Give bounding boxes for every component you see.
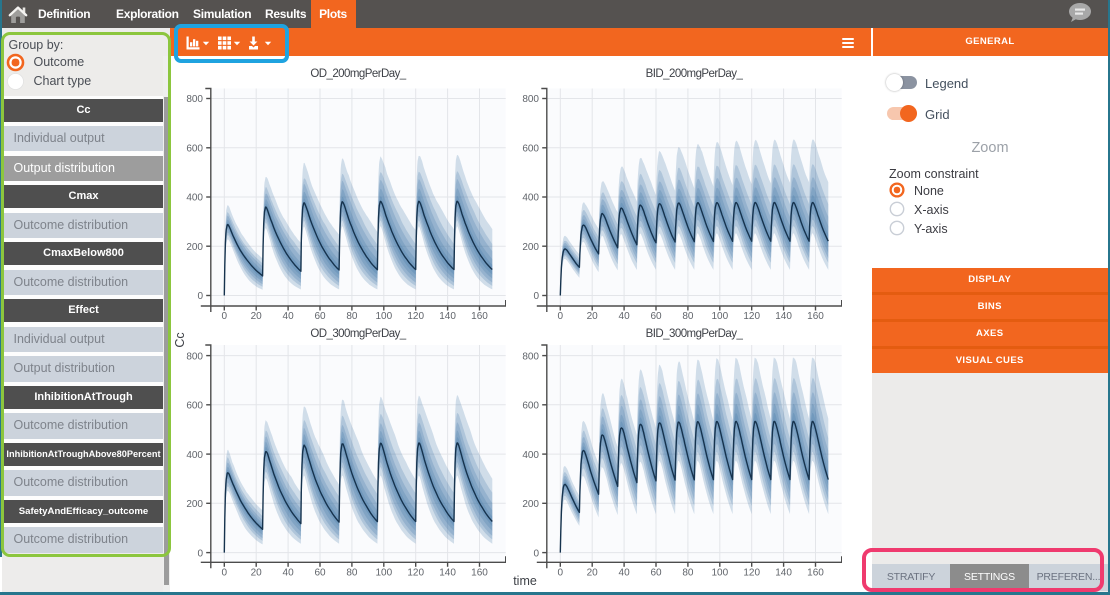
svg-text:20: 20	[251, 311, 263, 320]
svg-text:OD_300mgPerDay_: OD_300mgPerDay_	[310, 328, 406, 340]
svg-text:80: 80	[346, 568, 358, 579]
svg-text:0: 0	[533, 291, 539, 302]
svg-text:120: 120	[407, 311, 424, 320]
svg-text:800: 800	[522, 351, 539, 362]
svg-text:140: 140	[439, 311, 456, 320]
svg-text:40: 40	[283, 311, 295, 320]
svg-text:800: 800	[522, 94, 539, 105]
svg-text:120: 120	[743, 311, 760, 320]
svg-text:600: 600	[522, 144, 539, 155]
svg-text:BID_200mgPerDay_: BID_200mgPerDay_	[646, 68, 744, 80]
svg-text:400: 400	[186, 450, 203, 461]
svg-text:40: 40	[283, 568, 295, 579]
svg-text:400: 400	[522, 193, 539, 204]
svg-text:160: 160	[471, 311, 488, 320]
svg-text:600: 600	[186, 144, 203, 155]
svg-text:200: 200	[522, 499, 539, 510]
svg-text:800: 800	[186, 351, 203, 362]
svg-text:20: 20	[587, 311, 599, 320]
svg-text:200: 200	[186, 499, 203, 510]
svg-text:100: 100	[375, 311, 392, 320]
svg-text:20: 20	[587, 568, 599, 579]
svg-text:20: 20	[251, 568, 263, 579]
svg-text:140: 140	[439, 568, 456, 579]
svg-text:100: 100	[375, 568, 392, 579]
svg-text:800: 800	[186, 94, 203, 105]
svg-text:60: 60	[650, 311, 662, 320]
svg-text:0: 0	[197, 548, 203, 559]
svg-text:140: 140	[775, 568, 792, 579]
svg-text:0: 0	[558, 311, 564, 320]
svg-text:100: 100	[711, 311, 728, 320]
svg-text:0: 0	[197, 291, 203, 302]
svg-text:OD_200mgPerDay_: OD_200mgPerDay_	[310, 68, 406, 80]
svg-text:100: 100	[711, 568, 728, 579]
svg-text:80: 80	[682, 311, 694, 320]
svg-text:400: 400	[522, 450, 539, 461]
svg-text:60: 60	[650, 568, 662, 579]
svg-text:60: 60	[314, 568, 326, 579]
svg-text:400: 400	[186, 193, 203, 204]
svg-text:160: 160	[807, 568, 824, 579]
svg-text:0: 0	[222, 568, 228, 579]
svg-text:80: 80	[682, 568, 694, 579]
svg-text:0: 0	[533, 548, 539, 559]
svg-text:0: 0	[222, 311, 228, 320]
svg-text:600: 600	[186, 401, 203, 412]
svg-text:120: 120	[743, 568, 760, 579]
svg-text:140: 140	[775, 311, 792, 320]
svg-text:BID_300mgPerDay_: BID_300mgPerDay_	[646, 328, 744, 340]
svg-text:0: 0	[558, 568, 564, 579]
svg-text:160: 160	[807, 311, 824, 320]
svg-text:120: 120	[407, 568, 424, 579]
svg-text:40: 40	[619, 311, 631, 320]
svg-text:40: 40	[619, 568, 631, 579]
svg-text:200: 200	[186, 242, 203, 253]
svg-text:80: 80	[346, 311, 358, 320]
svg-text:160: 160	[471, 568, 488, 579]
svg-text:200: 200	[522, 242, 539, 253]
svg-text:60: 60	[314, 311, 326, 320]
svg-text:600: 600	[522, 401, 539, 412]
